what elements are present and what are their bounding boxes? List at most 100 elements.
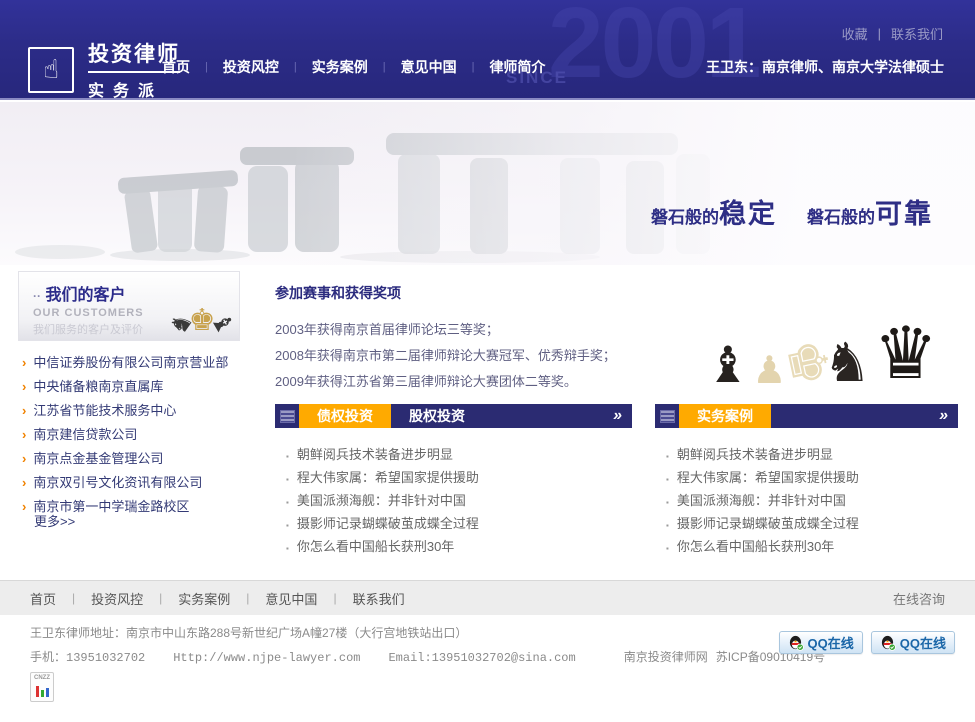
right-panel-tabbar: 实务案例 » (655, 404, 958, 428)
arrow-bullet-icon: › (22, 499, 26, 514)
footer-nav-risk-control[interactable]: 投资风控 (91, 589, 143, 608)
nav-separator: | (472, 61, 475, 73)
news-title: 美国派濒海舰：并非针对中国 (297, 490, 466, 509)
hand-pointer-icon: ☝ (28, 47, 74, 93)
news-item[interactable]: ▪美国派濒海舰：并非针对中国 (286, 490, 616, 513)
slogan-strong: 稳定 (719, 192, 777, 231)
qq-penguin-icon (788, 635, 804, 651)
footer-nav-cases[interactable]: 实务案例 (178, 589, 230, 608)
footer-nav-bar: 首页 | 投资风控 | 实务案例 | 意见中国 | 联系我们 在线咨询 (0, 580, 975, 615)
nav-opinion-china[interactable]: 意见中国 (401, 57, 457, 77)
tab-debt-investment[interactable]: 债权投资 (299, 404, 391, 428)
nav-separator: | (294, 61, 297, 73)
client-name: 南京建信贷款公司 (33, 424, 137, 443)
square-bullet-icon: ▪ (666, 544, 669, 553)
nav-separator: | (383, 61, 386, 73)
client-item[interactable]: › 南京点金基金管理公司 (22, 448, 252, 472)
arrow-bullet-icon: › (22, 403, 26, 418)
news-item[interactable]: ▪你怎么看中国船长获刑30年 (666, 536, 975, 559)
left-panel-more-arrow[interactable]: » (613, 404, 632, 428)
awards-list: 2003年获得南京首届律师论坛三等奖； 2008年获得南京市第二届律师辩论大赛冠… (275, 317, 635, 395)
news-item[interactable]: ▪美国派濒海舰：并非针对中国 (666, 490, 975, 513)
qq-button-label: QQ在线 (808, 633, 854, 652)
left-panel-tabbar: 债权投资 股权投资 » (275, 404, 632, 428)
client-list: ›中信证券股份有限公司南京营业部 ›中央储备粮南京直属库 › 江苏省节能技术服务中… (22, 352, 252, 520)
arrow-bullet-icon: › (22, 475, 26, 490)
footer-nav: 首页 | 投资风控 | 实务案例 | 意见中国 | 联系我们 (30, 589, 405, 608)
bar-chart-icon (33, 684, 51, 697)
contact-link[interactable]: 联系我们 (891, 24, 943, 43)
right-panel-more-arrow[interactable]: » (939, 404, 958, 428)
top-links-separator: | (878, 26, 881, 41)
nav-risk-control[interactable]: 投资风控 (223, 57, 279, 77)
email-link[interactable]: Email:13951032702@sina.com (388, 651, 575, 665)
qq-button-label: QQ在线 (900, 633, 946, 652)
header: 2001 SINCE ☝ 投资律师 实务派 首页 | 投资风控 | 实务案例 |… (0, 0, 975, 100)
square-bullet-icon: ▪ (666, 521, 669, 530)
client-name: 江苏省节能技术服务中心 (33, 400, 176, 419)
client-name: 南京点金基金管理公司 (33, 448, 163, 467)
footer-nav-separator: | (333, 591, 336, 605)
chess-pieces-image: ♝ ♟ ♚ ♞ ♛ (655, 278, 958, 396)
main-nav: 首页 | 投资风控 | 实务案例 | 意见中国 | 律师简介 (162, 57, 545, 77)
watermark-year: 2001 (548, 0, 758, 100)
online-consult-link[interactable]: 在线咨询 (893, 589, 945, 608)
qq-online-button[interactable]: QQ在线 (871, 631, 955, 654)
footer-nav-home[interactable]: 首页 (30, 589, 56, 608)
news-item[interactable]: ▪ 程大伟家属：希望国家提供援助 (666, 467, 975, 490)
customers-title: ·· 我们的客户 (33, 281, 144, 305)
news-item[interactable]: ▪朝鲜阅兵技术装备进步明显 (666, 444, 975, 467)
square-bullet-icon: ▪ (666, 475, 669, 484)
footer-nav-separator: | (159, 591, 162, 605)
news-item[interactable]: ▪ 你怎么看中国船长获刑30年 (286, 536, 616, 559)
nav-home[interactable]: 首页 (162, 57, 190, 77)
news-item[interactable]: ▪摄影师记录蝴蝶破茧成蝶全过程 (286, 513, 616, 536)
left-news-list: ▪朝鲜阅兵技术装备进步明显 ▪程大伟家属：希望国家提供援助 ▪美国派濒海舰：并非… (286, 444, 616, 559)
arrow-bullet-icon: › (22, 355, 26, 370)
footer-contact-line: 手机： 13951032702 Http://www.njpe-lawyer.c… (30, 648, 825, 665)
news-title: 程大伟家属：希望国家提供援助 (677, 467, 859, 486)
page: 2001 SINCE ☝ 投资律师 实务派 首页 | 投资风控 | 实务案例 |… (0, 0, 975, 722)
award-item: 2003年获得南京首届律师论坛三等奖； (275, 317, 635, 343)
news-title: 美国派濒海舰：并非针对中国 (677, 490, 846, 509)
footer-nav-separator: | (246, 591, 249, 605)
news-item[interactable]: ▪朝鲜阅兵技术装备进步明显 (286, 444, 616, 467)
news-item[interactable]: ▪ 摄影师记录蝴蝶破茧成蝶全过程 (666, 513, 975, 536)
black-queen-icon: ♛ (873, 318, 938, 390)
list-icon (655, 404, 679, 428)
list-icon (275, 404, 299, 428)
news-title: 程大伟家属：希望国家提供援助 (297, 467, 479, 486)
tab-practice-cases[interactable]: 实务案例 (679, 404, 771, 428)
right-news-list: ▪朝鲜阅兵技术装备进步明显 ▪程大伟家属：希望国家提供援助 ▪美国派濒海舰：并非… (666, 444, 975, 559)
client-item[interactable]: ›中央储备粮南京直属库 (22, 376, 252, 400)
client-item[interactable]: ›中信证券股份有限公司南京营业部 (22, 352, 252, 376)
tab-equity-investment[interactable]: 股权投资 (391, 404, 483, 428)
news-title: 你怎么看中国船长获刑30年 (297, 536, 454, 555)
news-title: 摄影师记录蝴蝶破茧成蝶全过程 (677, 513, 859, 532)
news-item[interactable]: ▪程大伟家属：希望国家提供援助 (286, 467, 616, 490)
nav-cases[interactable]: 实务案例 (312, 57, 368, 77)
lawyer-intro: 王卫东：南京律师、南京大学法律硕士 (706, 57, 944, 77)
top-links: 收藏 | 联系我们 (842, 24, 943, 43)
footer-nav-contact[interactable]: 联系我们 (353, 589, 405, 608)
site-logo[interactable]: ☝ 投资律师 实务派 (28, 38, 180, 100)
news-title: 朝鲜阅兵技术装备进步明显 (297, 444, 453, 463)
awards-section: 参加赛事和获得奖项 2003年获得南京首届律师论坛三等奖； 2008年获得南京市… (275, 283, 635, 395)
client-item[interactable]: ›南京双引号文化资讯有限公司 (22, 472, 252, 496)
favorite-link[interactable]: 收藏 (842, 24, 868, 43)
arrow-bullet-icon: › (22, 451, 26, 466)
nav-separator: | (205, 61, 208, 73)
footer-nav-opinion-china[interactable]: 意见中国 (265, 589, 317, 608)
customers-header-text: ·· 我们的客户 OUR CUSTOMERS 我们服务的客户及评价 (19, 272, 144, 340)
client-item[interactable]: ›南京建信贷款公司 (22, 424, 252, 448)
award-item: 2008年获得南京市第二届律师辩论大赛冠军、优秀辩手奖； (275, 343, 635, 369)
more-clients-link[interactable]: 更多>> (34, 511, 75, 530)
qq-buttons: QQ在线 QQ在线 (779, 631, 955, 654)
slogan-reliability: 磐石般的 可靠 (807, 192, 933, 231)
client-item[interactable]: › 江苏省节能技术服务中心 (22, 400, 252, 424)
square-bullet-icon: ▪ (286, 544, 289, 553)
nav-lawyer-profile[interactable]: 律师简介 (489, 57, 545, 77)
qq-online-button[interactable]: QQ在线 (779, 631, 863, 654)
website-link[interactable]: Http://www.njpe-lawyer.com (173, 651, 360, 665)
cnzz-stats-badge[interactable]: CNZZ (30, 672, 54, 702)
